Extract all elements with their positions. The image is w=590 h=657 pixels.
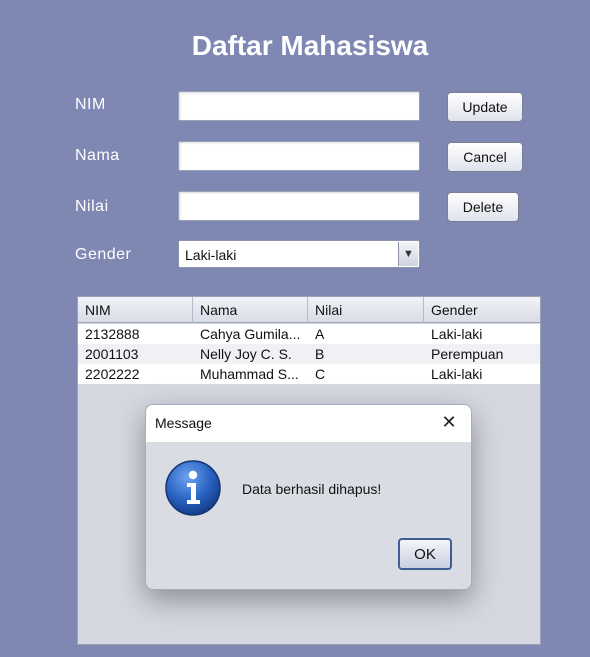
gender-label: Gender xyxy=(75,246,132,263)
chevron-down-icon[interactable]: ▼ xyxy=(398,242,418,266)
table-cell: Perempuan xyxy=(431,346,504,362)
column-header-gender[interactable]: Gender xyxy=(424,297,540,323)
update-button[interactable]: Update xyxy=(447,92,523,122)
ok-button[interactable]: OK xyxy=(398,538,452,570)
table-body: 2132888 Cahya Gumila... A Laki-laki 2001… xyxy=(78,324,540,384)
cancel-button[interactable]: Cancel xyxy=(447,142,523,172)
table-cell: Laki-laki xyxy=(431,326,483,342)
gender-select[interactable]: Laki-laki ▼ xyxy=(178,240,420,268)
message-dialog: Message ✕ Data berhasil dihapus! OK xyxy=(145,404,472,590)
page-title: Daftar Mahasiswa xyxy=(191,30,429,61)
nama-label: Nama xyxy=(75,147,120,164)
close-icon[interactable]: ✕ xyxy=(439,412,459,432)
column-header-nilai[interactable]: Nilai xyxy=(308,297,424,323)
table-cell: Muhammad S... xyxy=(200,366,299,382)
dialog-titlebar[interactable]: Message ✕ xyxy=(146,405,471,442)
table-row[interactable]: 2202222 Muhammad S... C Laki-laki xyxy=(78,364,540,384)
gender-select-value: Laki-laki xyxy=(185,247,237,263)
nilai-field[interactable] xyxy=(178,191,420,221)
table-row[interactable]: 2001103 Nelly Joy C. S. B Perempuan xyxy=(78,344,540,364)
column-header-nim[interactable]: NIM xyxy=(78,297,193,323)
dialog-message: Data berhasil dihapus! xyxy=(242,481,382,497)
dialog-title: Message xyxy=(155,415,212,431)
table-row[interactable]: 2132888 Cahya Gumila... A Laki-laki xyxy=(78,324,540,344)
table-cell: 2001103 xyxy=(85,346,139,362)
table-cell: B xyxy=(315,346,325,362)
table-cell: C xyxy=(315,366,326,382)
nama-field[interactable] xyxy=(178,141,420,171)
table-cell: 2132888 xyxy=(85,326,140,342)
table-cell: Laki-laki xyxy=(431,366,483,382)
nilai-label: Nilai xyxy=(75,198,109,215)
table-cell: A xyxy=(315,326,325,342)
table-header: NIM Nama Nilai Gender xyxy=(78,297,540,323)
column-header-nama[interactable]: Nama xyxy=(193,297,308,323)
nim-field[interactable] xyxy=(178,91,420,121)
delete-button[interactable]: Delete xyxy=(447,192,519,222)
nim-label: NIM xyxy=(75,96,106,113)
table-cell: Cahya Gumila... xyxy=(200,326,301,342)
table-cell: 2202222 xyxy=(85,366,140,382)
table-cell: Nelly Joy C. S. xyxy=(200,346,292,362)
info-icon xyxy=(165,460,221,516)
